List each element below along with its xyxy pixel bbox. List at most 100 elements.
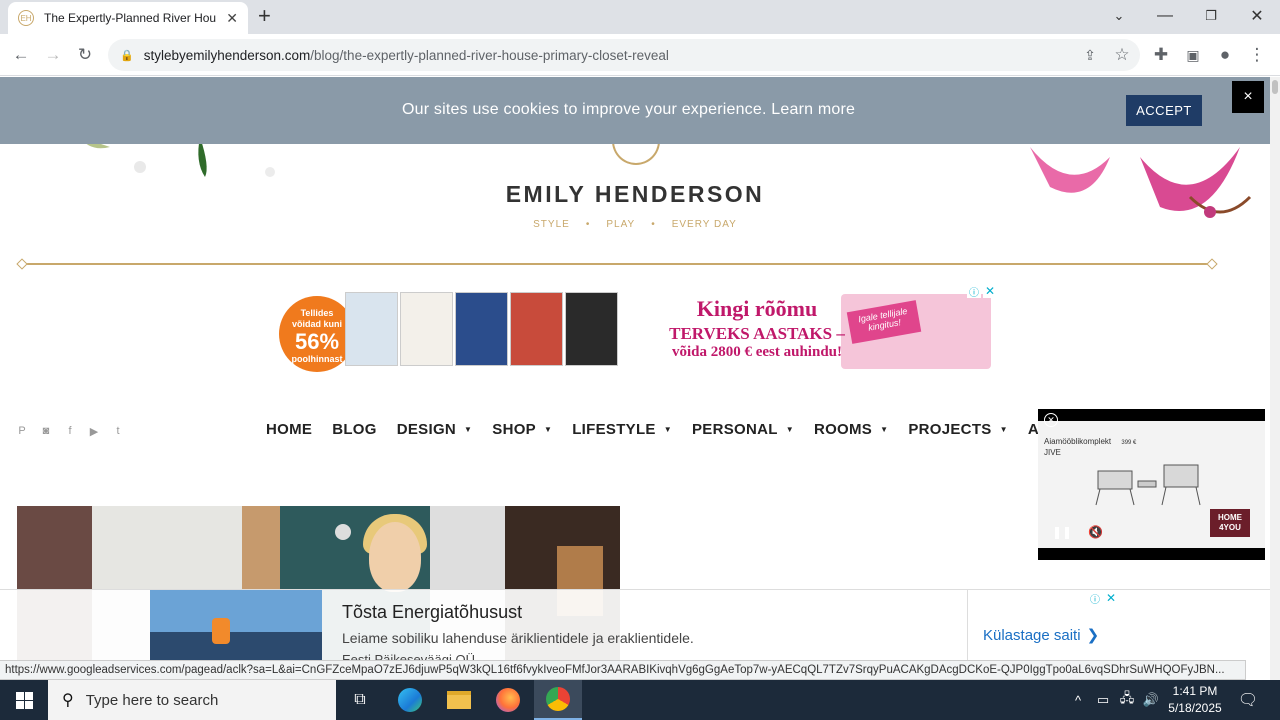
bookmark-star-icon[interactable]: ☆ xyxy=(1109,42,1135,68)
extensions-puzzle-icon[interactable]: ✚ xyxy=(1148,42,1174,68)
magazine-cover xyxy=(400,292,453,366)
cookie-banner: Our sites use cookies to improve your ex… xyxy=(0,77,1270,144)
video-ad-product-name: JIVE xyxy=(1044,448,1061,457)
site-brand-logo[interactable]: EMILY HENDERSON xyxy=(0,181,1270,208)
tab-search-chevron-icon[interactable]: ⌄ xyxy=(1096,0,1142,32)
worker-figure xyxy=(212,618,230,644)
minimize-button[interactable]: — xyxy=(1142,0,1188,32)
magazine-cover xyxy=(565,292,618,366)
nav-label: BLOG xyxy=(332,421,377,438)
video-ad-close-icon[interactable]: ✕ xyxy=(1044,413,1058,427)
browser-tab-bar: EH The Expertly-Planned River Hou ✕ + ⌄ … xyxy=(0,0,1280,34)
tray-device-icon[interactable]: ▭ xyxy=(1092,680,1114,720)
caret-down-icon: ▼ xyxy=(880,425,889,434)
caret-down-icon: ▼ xyxy=(464,425,473,434)
tab-title: The Expertly-Planned River Hou xyxy=(44,11,217,25)
magazine-cover xyxy=(510,292,563,366)
ad-subheadline: võida 2800 € eest auhindu! xyxy=(671,344,843,360)
menu-kebab-icon[interactable]: ⋮ xyxy=(1244,42,1270,68)
ad-description: Leiame sobiliku lahenduse äriklientidele… xyxy=(342,630,694,646)
restore-button[interactable]: ❐ xyxy=(1188,0,1234,32)
scrollbar-thumb[interactable] xyxy=(1272,80,1278,94)
url-path: /blog/the-expertly-planned-river-house-p… xyxy=(310,47,669,63)
floral-illustration-left xyxy=(80,137,275,177)
tray-overflow-chevron-icon[interactable]: ^ xyxy=(1068,680,1088,720)
twitter-icon[interactable]: t xyxy=(111,424,125,438)
video-ad-text: Aiamööblikomplekt 399 € JIVE xyxy=(1044,437,1136,458)
tagline-word: STYLE xyxy=(533,219,570,230)
taskbar-clock[interactable]: 1:41 PM 5/18/2025 xyxy=(1160,683,1230,717)
nav-label: PROJECTS xyxy=(908,421,992,438)
clock-time: 1:41 PM xyxy=(1172,684,1218,698)
cookie-message[interactable]: Our sites use cookies to improve your ex… xyxy=(402,101,855,119)
clock-date: 5/18/2025 xyxy=(1168,701,1222,715)
nav-item-rooms[interactable]: ROOMS ▼ xyxy=(814,421,888,438)
page-viewport: Our sites use cookies to improve your ex… xyxy=(0,77,1270,680)
ad-headline: Kingi rõõmu xyxy=(696,296,818,321)
nav-label: ROOMS xyxy=(813,421,873,438)
pause-icon[interactable]: ❚❚ xyxy=(1052,525,1072,539)
tagline-word: EVERY DAY xyxy=(671,219,737,230)
nav-label: DESIGN xyxy=(396,421,457,438)
forward-arrow-icon[interactable]: → xyxy=(40,42,66,68)
ad-subheadline: TERVEKS AASTAKS – xyxy=(669,324,845,343)
profile-avatar-icon[interactable]: ● xyxy=(1212,42,1238,68)
firefox-icon[interactable] xyxy=(484,680,532,720)
visit-site-button[interactable]: Külastage saiti ❯ xyxy=(983,626,1099,644)
nav-item-blog[interactable]: BLOG xyxy=(332,421,377,438)
volume-icon[interactable]: 🔊 xyxy=(1140,680,1162,720)
ad-close-icon[interactable]: ✕ xyxy=(1104,591,1118,605)
ad-close-icon[interactable]: ✕ xyxy=(983,284,997,298)
cookie-close-button[interactable]: × xyxy=(1232,81,1264,113)
badge-percent: 56% xyxy=(294,329,340,354)
new-tab-button[interactable]: + xyxy=(258,4,271,28)
floating-video-ad[interactable]: Aiamööblikomplekt 399 € JIVE HOME 4YOU ✕… xyxy=(1038,409,1265,560)
home4you-logo: HOME 4YOU xyxy=(1210,509,1250,537)
windows-start-button[interactable] xyxy=(0,680,48,720)
nav-item-design[interactable]: DESIGN ▼ xyxy=(397,421,473,438)
windows-taskbar: ⚲ Type here to search ⧉ ^ ▭ 🖧 🔊 1:41 PM … xyxy=(0,680,1280,720)
youtube-icon[interactable]: ▶ xyxy=(87,424,101,438)
notifications-icon[interactable]: 🗨 xyxy=(1236,680,1260,720)
nav-item-projects[interactable]: PROJECTS ▼ xyxy=(908,421,1007,438)
divider-diamond-right xyxy=(1206,258,1218,270)
ad-info-icon[interactable]: ⓘ xyxy=(1088,591,1102,606)
task-view-icon[interactable]: ⧉ xyxy=(336,680,384,720)
caret-down-icon: ▼ xyxy=(543,425,553,434)
chrome-icon[interactable] xyxy=(534,680,582,720)
nav-item-shop[interactable]: SHOP ▼ xyxy=(492,421,552,438)
nav-item-home[interactable]: HOME xyxy=(266,421,312,438)
side-panel-icon[interactable]: ▣ xyxy=(1180,42,1206,68)
site-tagline: STYLE • PLAY • EVERY DAY xyxy=(0,219,1270,230)
ad-info-icon[interactable]: ⓘ xyxy=(967,284,981,299)
share-icon[interactable]: ⇪ xyxy=(1077,42,1103,68)
network-icon[interactable]: 🖧 xyxy=(1116,680,1138,720)
nav-item-lifestyle[interactable]: LIFESTYLE ▼ xyxy=(572,421,672,438)
file-explorer-icon[interactable] xyxy=(435,680,483,720)
back-arrow-icon[interactable]: ← xyxy=(8,42,34,68)
edge-browser-icon[interactable] xyxy=(386,680,434,720)
badge-line: poolhinnast xyxy=(291,354,343,364)
nav-label: SHOP xyxy=(492,421,536,438)
pinterest-icon[interactable]: P xyxy=(15,424,29,438)
instagram-icon[interactable]: ◙ xyxy=(39,424,53,438)
taskbar-search-box[interactable]: ⚲ Type here to search xyxy=(48,680,336,720)
url-domain: stylebyemilyhenderson.com xyxy=(143,47,311,63)
tab-close-icon[interactable]: ✕ xyxy=(226,10,238,27)
address-bar[interactable]: 🔒 stylebyemilyhenderson.com/blog/the-exp… xyxy=(108,39,1140,71)
main-navigation: HOME BLOG DESIGN ▼ SHOP ▼ LIFESTYLE ▼ PERSO… xyxy=(266,421,1103,438)
nav-label: PERSONAL xyxy=(691,421,778,438)
search-placeholder: Type here to search xyxy=(85,691,219,709)
page-scrollbar[interactable] xyxy=(1270,77,1280,680)
close-window-button[interactable]: ✕ xyxy=(1234,0,1280,32)
divider-diamond-left xyxy=(16,258,28,270)
nav-item-personal[interactable]: PERSONAL ▼ xyxy=(692,421,794,438)
tagline-word: PLAY xyxy=(606,219,636,230)
magazine-banner-ad[interactable]: Tellides võidad kuni 56% poolhinnast Iga… xyxy=(273,284,998,373)
reload-icon[interactable]: ↻ xyxy=(72,42,98,68)
accept-cookies-button[interactable]: ACCEPT xyxy=(1126,95,1202,126)
facebook-icon[interactable]: f xyxy=(63,424,77,438)
mute-icon[interactable]: 🔇 xyxy=(1088,525,1103,539)
browser-tab[interactable]: EH The Expertly-Planned River Hou ✕ xyxy=(8,2,248,34)
header-divider xyxy=(22,263,1212,265)
